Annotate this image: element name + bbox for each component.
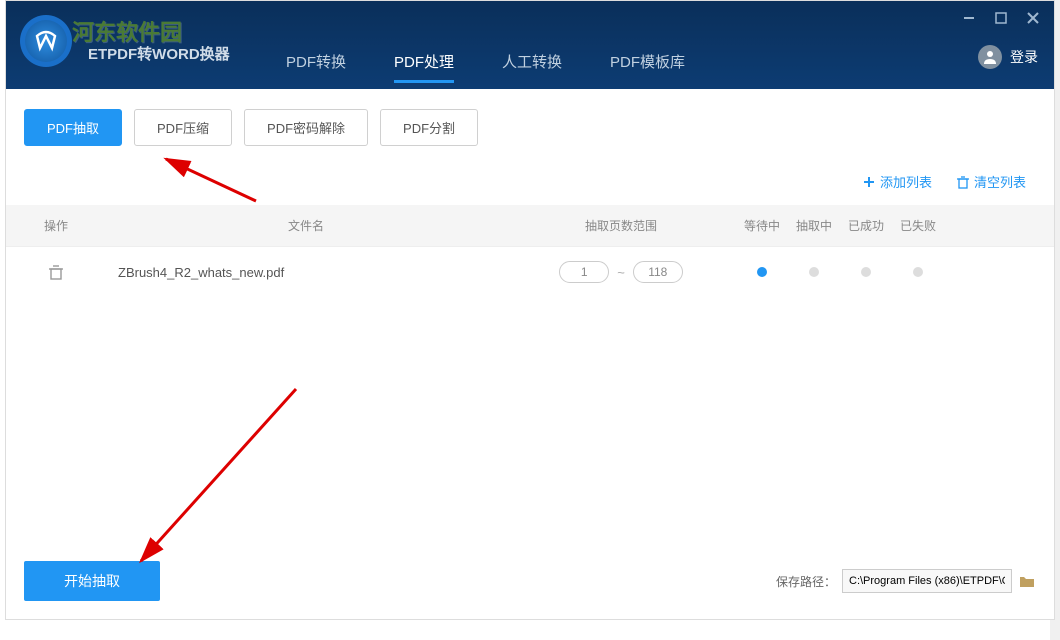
subtab-pdf-compress[interactable]: PDF压缩	[134, 109, 232, 146]
table-row: ZBrush4_R2_whats_new.pdf ~	[6, 247, 1054, 297]
status-dot-waiting	[757, 267, 767, 277]
tab-pdf-templates[interactable]: PDF模板库	[610, 51, 685, 83]
status-extracting	[788, 267, 840, 277]
col-range: 抽取页数范围	[506, 217, 736, 234]
sub-tabs: PDF抽取 PDF压缩 PDF密码解除 PDF分割	[6, 89, 1054, 166]
maximize-button[interactable]	[994, 11, 1008, 25]
avatar-icon	[978, 45, 1002, 69]
action-row: 添加列表 清空列表	[6, 166, 1054, 205]
save-path-input[interactable]	[842, 569, 1012, 593]
main-tabs: PDF转换 PDF处理 人工转换 PDF模板库	[286, 51, 685, 83]
status-waiting	[736, 267, 788, 277]
range-tilde: ~	[617, 265, 625, 280]
col-failed: 已失败	[892, 217, 944, 234]
subtab-pdf-split[interactable]: PDF分割	[380, 109, 478, 146]
status-dot-failed	[913, 267, 923, 277]
col-extracting: 抽取中	[788, 217, 840, 234]
add-list-button[interactable]: 添加列表	[862, 172, 932, 191]
login-button[interactable]: 登录	[978, 45, 1038, 69]
table-header: 操作 文件名 抽取页数范围 等待中 抽取中 已成功 已失败	[6, 205, 1054, 247]
status-dot-success	[861, 267, 871, 277]
tab-manual-convert[interactable]: 人工转换	[502, 51, 562, 83]
start-extract-button[interactable]: 开始抽取	[24, 561, 160, 601]
save-path-label: 保存路径：	[776, 573, 836, 590]
titlebar: 河东软件园 ETPDF转WORD换器 PDF转换 PDF处理 人工转换 PDF模…	[6, 1, 1054, 89]
subtab-pdf-extract[interactable]: PDF抽取	[24, 109, 122, 146]
app-window: 河东软件园 ETPDF转WORD换器 PDF转换 PDF处理 人工转换 PDF模…	[5, 0, 1055, 620]
folder-icon[interactable]	[1018, 572, 1036, 590]
range-from-input[interactable]	[559, 261, 609, 283]
row-filename: ZBrush4_R2_whats_new.pdf	[106, 265, 506, 280]
row-delete-cell	[6, 264, 106, 280]
footer: 开始抽取 保存路径：	[24, 561, 1036, 601]
status-failed	[892, 267, 944, 277]
row-range: ~	[506, 261, 736, 283]
trash-icon	[956, 175, 970, 189]
col-filename: 文件名	[106, 217, 506, 234]
close-button[interactable]	[1026, 11, 1040, 25]
app-name: ETPDF转WORD换器	[88, 43, 230, 64]
status-dot-extracting	[809, 267, 819, 277]
subtab-pdf-password-remove[interactable]: PDF密码解除	[244, 109, 368, 146]
annotation-arrow-2	[126, 381, 306, 571]
range-to-input[interactable]	[633, 261, 683, 283]
clear-list-button[interactable]: 清空列表	[956, 172, 1026, 191]
tab-pdf-process[interactable]: PDF处理	[394, 51, 454, 83]
col-success: 已成功	[840, 217, 892, 234]
login-label: 登录	[1010, 47, 1038, 67]
minimize-button[interactable]	[962, 11, 976, 25]
tab-pdf-convert[interactable]: PDF转换	[286, 51, 346, 83]
status-success	[840, 267, 892, 277]
logo-inner	[25, 20, 67, 62]
save-path-area: 保存路径：	[776, 569, 1036, 593]
delete-icon[interactable]	[48, 264, 64, 280]
app-logo-icon	[20, 15, 72, 67]
window-controls	[962, 11, 1040, 25]
plus-icon	[862, 175, 876, 189]
col-operation: 操作	[6, 217, 106, 234]
col-waiting: 等待中	[736, 217, 788, 234]
